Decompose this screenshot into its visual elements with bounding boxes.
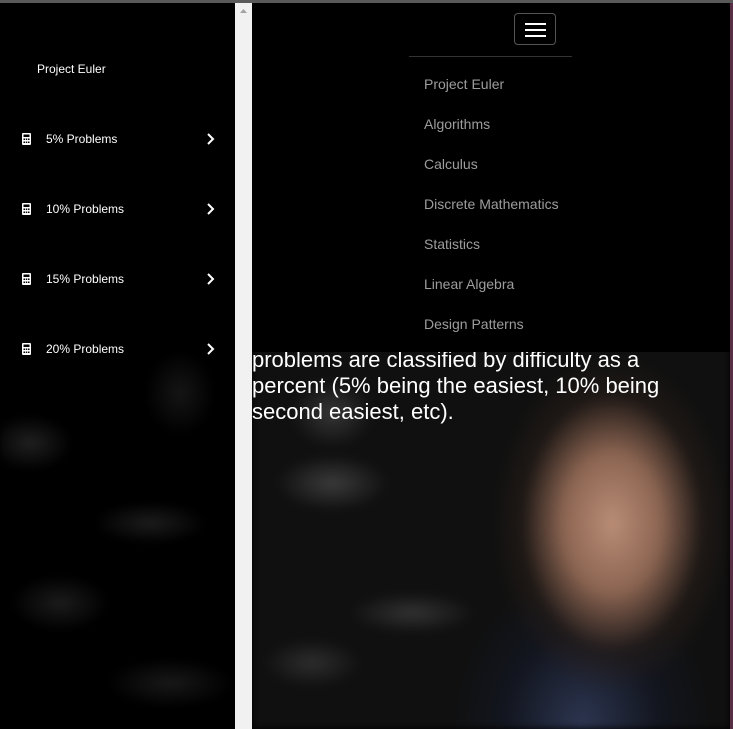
navbar-toggle-button[interactable] <box>514 13 556 45</box>
sidebar-item-10-percent[interactable]: 10% Problems <box>0 194 235 224</box>
chevron-right-icon <box>207 203 215 215</box>
hamburger-icon <box>525 23 546 25</box>
hamburger-icon <box>525 29 546 31</box>
sidebar-item-label: 5% Problems <box>46 132 118 146</box>
sidebar-background <box>0 3 235 729</box>
hamburger-icon <box>525 35 546 37</box>
nav-link-calculus[interactable]: Calculus <box>424 156 478 172</box>
sidebar-item-20-percent[interactable]: 20% Problems <box>0 334 235 364</box>
nav-link-algorithms[interactable]: Algorithms <box>424 116 490 132</box>
calculator-icon <box>22 133 31 145</box>
intro-text: problems are classified by difficulty as… <box>252 347 660 424</box>
sidebar-brand[interactable]: Project Euler <box>37 62 106 76</box>
sidebar-item-label: 20% Problems <box>46 342 125 356</box>
nav-link-project-euler[interactable]: Project Euler <box>424 76 504 92</box>
calculator-icon <box>22 343 31 355</box>
nav-link-linear-algebra[interactable]: Linear Algebra <box>424 276 514 292</box>
nav-link-discrete-mathematics[interactable]: Discrete Mathematics <box>424 196 559 212</box>
sidebar-item-5-percent[interactable]: 5% Problems <box>0 124 235 154</box>
navbar-divider <box>409 56 572 57</box>
sidebar-item-label: 10% Problems <box>46 202 125 216</box>
sidebar-scrollbar[interactable] <box>235 3 252 729</box>
sidebar: Project Euler 5% Problems 10% Problems 1… <box>0 3 235 729</box>
calculator-icon <box>22 273 31 285</box>
sidebar-item-15-percent[interactable]: 15% Problems <box>0 264 235 294</box>
chevron-right-icon <box>207 343 215 355</box>
nav-link-design-patterns[interactable]: Design Patterns <box>424 316 524 332</box>
nav-link-statistics[interactable]: Statistics <box>424 236 480 252</box>
calculator-icon <box>22 203 31 215</box>
chevron-right-icon <box>207 133 215 145</box>
chevron-right-icon <box>207 273 215 285</box>
sidebar-item-label: 15% Problems <box>46 272 125 286</box>
scroll-up-arrow-icon[interactable] <box>235 3 252 20</box>
